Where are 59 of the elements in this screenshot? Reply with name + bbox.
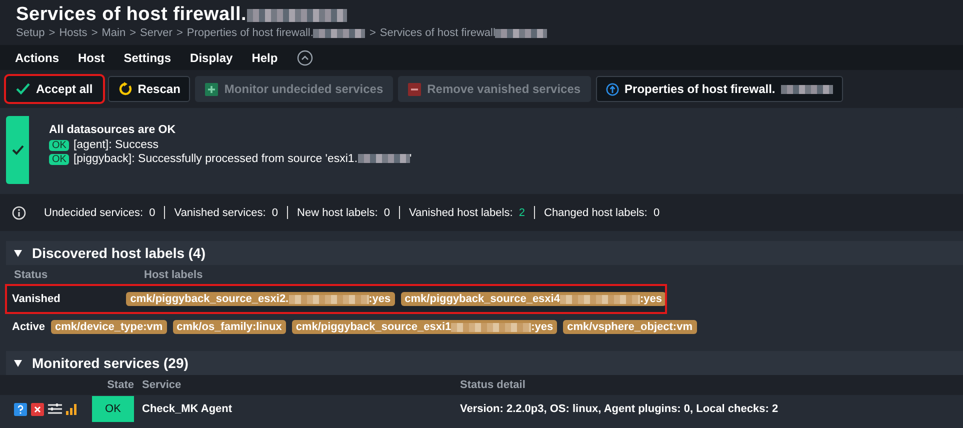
collapse-icon[interactable] xyxy=(296,50,313,66)
check-icon xyxy=(16,83,30,95)
plus-icon xyxy=(205,82,218,96)
status-message: [piggyback]: Successfully processed from source 'esxi1. ' xyxy=(73,153,412,165)
ok-badge: OK xyxy=(49,140,70,150)
minus-icon xyxy=(408,82,422,96)
ok-badge: OK xyxy=(49,154,70,164)
breadcrumb-link[interactable]: Server xyxy=(140,27,172,39)
breadcrumb-separator: > xyxy=(369,27,376,39)
status-message: [agent]: Success xyxy=(73,139,158,151)
summary-item: New host labels: 0 xyxy=(297,206,390,218)
table-cell: Version: 2.2.0p3, OS: linux, Agent plugins: 0, Local checks: 2 xyxy=(460,403,778,415)
info-icon xyxy=(12,206,26,220)
breadcrumb-link[interactable]: Hosts xyxy=(59,27,88,39)
menu-item[interactable]: Help xyxy=(252,50,278,64)
breadcrumb-separator: > xyxy=(48,27,56,39)
breadcrumb-separator: > xyxy=(130,27,136,39)
refresh-icon xyxy=(118,82,132,96)
column-header: Status detail xyxy=(460,379,526,391)
menu-item[interactable]: Settings xyxy=(124,50,172,64)
graph-icon[interactable] xyxy=(66,403,78,415)
menu-item[interactable]: Host xyxy=(78,50,105,64)
menu-item[interactable]: Display xyxy=(190,50,233,64)
table-cell-text: Vanished xyxy=(12,293,62,305)
summary-item: Vanished services: 0 xyxy=(174,206,278,218)
toolbar-button[interactable]: Accept all xyxy=(6,76,103,102)
host-label-tag: cmk/device_type:vm xyxy=(51,320,167,334)
host-label-tag: cmk/piggyback_source_esxi4 :yes xyxy=(400,292,666,306)
table-cell: Active xyxy=(12,321,46,333)
column-header: Host labels xyxy=(144,269,203,281)
column-header: Service xyxy=(142,379,182,391)
breadcrumb-link[interactable]: Setup xyxy=(16,27,45,39)
column-header: State xyxy=(106,379,135,391)
breadcrumb-link[interactable]: Properties of host firewall. xyxy=(186,27,366,39)
host-label-tag: cmk/piggyback_source_esxi2. :yes xyxy=(126,292,395,306)
state-badge: OK xyxy=(92,396,134,422)
menu-item[interactable]: Actions xyxy=(15,50,60,64)
breadcrumb-separator: > xyxy=(176,27,183,39)
check-icon xyxy=(12,145,24,155)
summary-item: Undecided services: 0 xyxy=(44,206,156,218)
breadcrumb-link[interactable]: Main xyxy=(102,27,126,39)
column-header: Status xyxy=(14,269,49,281)
breadcrumb-separator: > xyxy=(91,27,98,39)
remove-icon[interactable] xyxy=(31,402,44,416)
parameters-icon[interactable] xyxy=(48,403,62,415)
section-header[interactable]: Discovered host labels (4) xyxy=(6,241,963,265)
host-label-tag: cmk/piggyback_source_esxi1 :yes xyxy=(292,320,558,334)
toolbar-button[interactable]: Rescan xyxy=(108,76,190,102)
toolbar-button[interactable]: Properties of host firewall. xyxy=(596,76,844,102)
table-cell-text: Check_MK Agent xyxy=(142,403,234,415)
status-title: All datasources are OK xyxy=(49,124,177,136)
breadcrumb-link[interactable]: Services of host firewall xyxy=(380,27,548,39)
summary-item: Vanished host labels: 2 xyxy=(409,206,525,218)
help-icon[interactable] xyxy=(14,402,27,416)
summary-item: Changed host labels: 0 xyxy=(544,206,660,218)
section-header[interactable]: Monitored services (29) xyxy=(6,351,963,375)
host-label-tag: cmk/vsphere_object:vm xyxy=(563,320,696,334)
host-label-tag: cmk/os_family:linux xyxy=(172,320,286,334)
page-title: Services of host firewall. xyxy=(16,4,947,26)
